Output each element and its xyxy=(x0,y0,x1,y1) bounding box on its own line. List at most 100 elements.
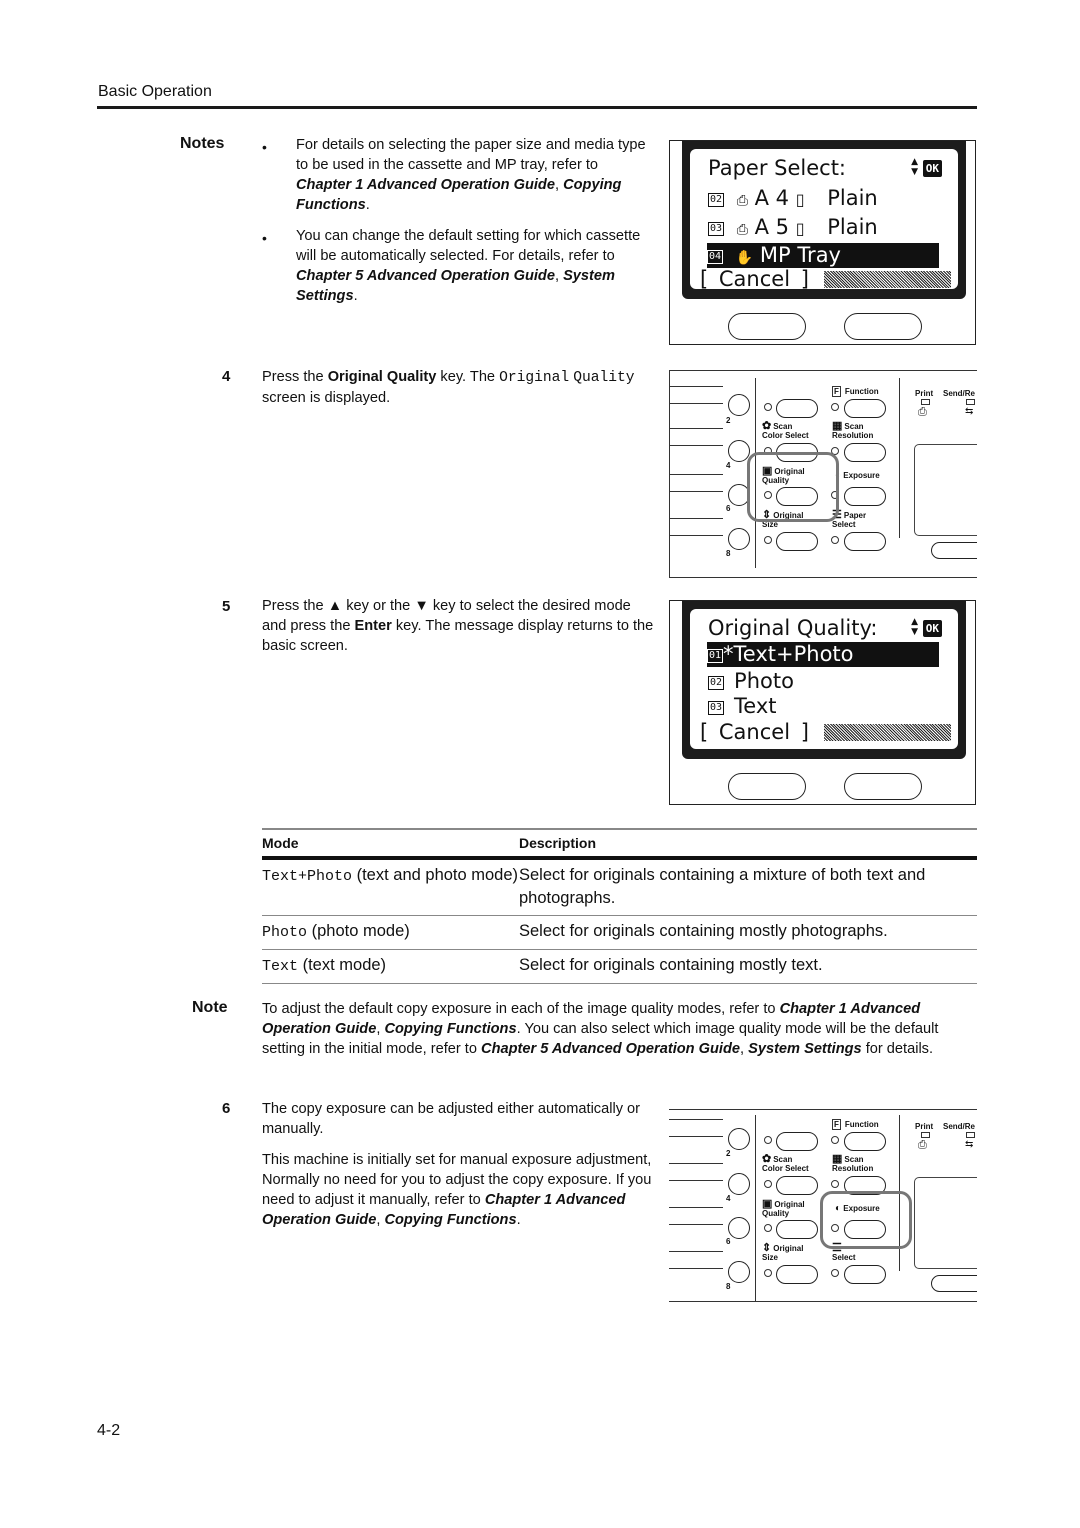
wide-key[interactable] xyxy=(931,542,977,559)
highlight-exposure xyxy=(820,1191,912,1249)
one-touch-key[interactable] xyxy=(728,1261,750,1283)
one-touch-key[interactable] xyxy=(728,1128,750,1150)
step-number: 6 xyxy=(222,1100,231,1117)
lcd-option-row[interactable]: 03 Text xyxy=(708,694,777,719)
note-label: Note xyxy=(192,999,228,1016)
label: Paper xyxy=(843,511,867,520)
step-text: key or the xyxy=(342,598,415,614)
left-softkey-button[interactable] xyxy=(728,773,806,800)
option-number: 03 xyxy=(708,222,725,236)
original-size-key[interactable] xyxy=(776,532,818,551)
mode-cell: Photo (photo mode) xyxy=(262,920,519,944)
blank-key[interactable] xyxy=(776,1132,818,1151)
down-arrow-icon: ▼ xyxy=(414,598,429,614)
lcd-cancel-softkey-label[interactable]: [ Cancel ] xyxy=(700,267,809,289)
paper-select-key[interactable] xyxy=(844,532,886,551)
paper-select-key[interactable] xyxy=(844,1265,886,1284)
left-softkey-button[interactable] xyxy=(728,313,806,340)
step-paragraph: This machine is initially set for manual… xyxy=(262,1150,657,1230)
key-number: 8 xyxy=(726,549,731,558)
lcd-option-row[interactable]: 02 Photo xyxy=(708,669,794,694)
scan-color-select-label: ✿ Scan Color Select xyxy=(762,420,809,441)
scan-resolution-label: ▦ Scan Resolution xyxy=(832,421,874,441)
step-6-text: The copy exposure can be adjusted either… xyxy=(262,1099,657,1230)
label: Resolution xyxy=(832,431,874,440)
key-name: Original Quality xyxy=(327,369,437,385)
lcd-option-row-selected[interactable]: 01*Text+Photo xyxy=(707,642,939,667)
original-quality-key[interactable] xyxy=(776,1220,818,1239)
table-header: Mode Description xyxy=(262,830,977,856)
indicator-led xyxy=(831,403,839,411)
original-quality-icon: ▣ xyxy=(762,1198,773,1210)
hatch-fill xyxy=(824,271,951,288)
step-5-text: Press the ▲ key or the ▼ key to select t… xyxy=(262,596,657,656)
lcd-option-row-selected[interactable]: 04 ✋ MP Tray xyxy=(707,243,939,268)
separator: , xyxy=(554,268,564,284)
one-touch-slot xyxy=(669,386,723,404)
label: Exposure xyxy=(843,471,880,480)
option-label: *Text+Photo xyxy=(723,642,854,666)
one-touch-key[interactable] xyxy=(728,528,750,550)
wide-key[interactable] xyxy=(931,1275,977,1292)
scan-color-select-key[interactable] xyxy=(776,1176,818,1195)
blank-key[interactable] xyxy=(776,399,818,418)
one-touch-key[interactable] xyxy=(728,1217,750,1239)
reference-link: Copying Functions xyxy=(384,1212,517,1228)
highlight-original-quality xyxy=(747,452,839,522)
one-touch-key[interactable] xyxy=(728,440,750,462)
table-row: Text+Photo (text and photo mode) Select … xyxy=(262,860,977,916)
key-number: 4 xyxy=(726,1194,731,1203)
operation-panel-figure-exposure: 2 4 6 8 F Function ✿ Scan Color Select ▦ Sca… xyxy=(669,1103,977,1311)
lcd-option-row[interactable]: 02 ⎙ A 4 ▯ Plain xyxy=(708,186,878,211)
one-touch-key[interactable] xyxy=(728,394,750,416)
scan-resolution-label: ▦ Scan Resolution xyxy=(832,1154,873,1174)
reference-link: Chapter 1 Advanced Operation Guide xyxy=(296,177,555,193)
indicator-led xyxy=(831,1136,839,1144)
mp-tray-hand-icon: ✋ xyxy=(735,250,754,266)
paper-size: A 4 xyxy=(754,186,790,210)
key-number: 8 xyxy=(726,1282,731,1291)
message-display xyxy=(914,1177,977,1269)
note-text-part: To adjust the default copy exposure in e… xyxy=(262,1001,780,1017)
print-led xyxy=(921,1132,930,1138)
exposure-key[interactable] xyxy=(844,487,886,506)
step-text: Press the xyxy=(262,598,328,614)
original-size-label: ⇕ Original Size xyxy=(762,1243,803,1263)
operation-panel-figure-quality: 2 4 6 8 F Function ✿ Scan Color Select ▦ Sca… xyxy=(669,370,977,578)
send-led xyxy=(966,1132,975,1138)
option-number: 04 xyxy=(707,250,724,264)
option-number: 02 xyxy=(708,676,725,690)
lcd-option-row[interactable]: 03 ⎙ A 5 ▯ Plain xyxy=(708,215,878,240)
ok-badge-icon: OK xyxy=(922,620,942,637)
right-softkey-button[interactable] xyxy=(844,313,922,340)
media-type: Plain xyxy=(827,215,878,239)
key-number: 6 xyxy=(726,504,731,513)
lcd-screen: Original Quality: ▲ ▼ OK 01*Text+Photo 02… xyxy=(690,609,958,749)
step-text: screen is displayed. xyxy=(262,390,391,406)
function-key[interactable] xyxy=(844,1132,886,1151)
indicator-led xyxy=(764,1224,772,1232)
function-key[interactable] xyxy=(844,399,886,418)
mode-cell: Text+Photo (text and photo mode) xyxy=(262,864,519,910)
palette-icon: ✿ xyxy=(762,420,772,432)
note-text-part: for details. xyxy=(861,1041,934,1057)
mode-table: Mode Description Text+Photo (text and ph… xyxy=(262,828,977,984)
function-key-label: F Function xyxy=(832,1119,879,1130)
original-quality-lcd-figure: Original Quality: ▲ ▼ OK 01*Text+Photo 02… xyxy=(669,600,976,805)
bracket-close: ] xyxy=(800,267,809,289)
right-softkey-button[interactable] xyxy=(844,773,922,800)
send-led xyxy=(966,399,975,405)
option-number: 03 xyxy=(708,701,725,715)
one-touch-slot xyxy=(669,1163,723,1181)
section-title: Basic Operation xyxy=(98,83,212,100)
scan-resolution-key[interactable] xyxy=(844,443,886,462)
description-cell: Select for originals containing mostly p… xyxy=(519,921,888,940)
print-led xyxy=(921,399,930,405)
key-number: 6 xyxy=(726,1237,731,1246)
paper-select-lcd-figure: Paper Select: ▲ ▼ OK 02 ⎙ A 4 ▯ Plain 03 … xyxy=(669,140,976,345)
lcd-cancel-softkey-label[interactable]: [ Cancel ] xyxy=(700,720,809,745)
up-down-arrows-icon: ▲ ▼ xyxy=(911,157,918,177)
original-size-key[interactable] xyxy=(776,1265,818,1284)
up-arrow-icon: ▲ xyxy=(327,598,343,614)
one-touch-key[interactable] xyxy=(728,1173,750,1195)
